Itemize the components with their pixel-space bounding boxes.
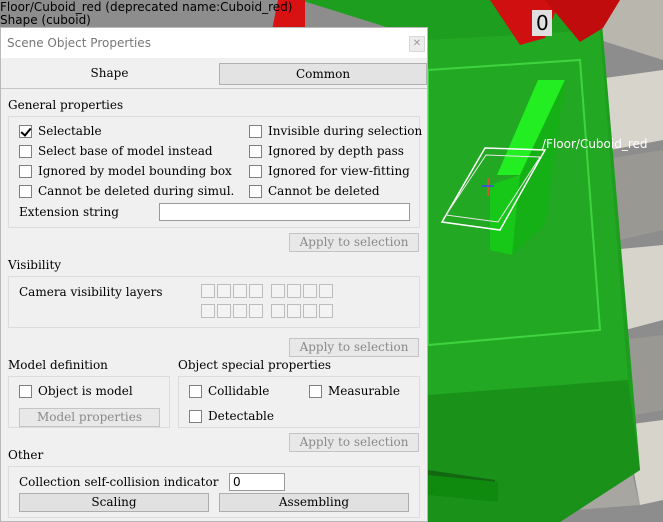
ignored-depth-checkbox[interactable]: [249, 144, 262, 158]
cannot-delete-checkbox[interactable]: [249, 184, 262, 198]
dialog-title: Scene Object Properties: [7, 36, 151, 50]
ignored-bbox-checkbox[interactable]: [19, 164, 32, 178]
marker-digit: 0: [536, 11, 549, 35]
scaling-button[interactable]: Scaling: [19, 493, 209, 512]
model-properties-button[interactable]: Model properties: [19, 408, 160, 427]
camera-layer-box[interactable]: [233, 284, 247, 298]
assembling-button[interactable]: Assembling: [219, 493, 409, 512]
visibility-heading: Visibility: [8, 258, 62, 272]
camera-layer-box[interactable]: [249, 284, 263, 298]
extension-string-input[interactable]: [159, 203, 410, 221]
cannot-delete-simul-checkbox[interactable]: [19, 184, 32, 198]
cannot-delete-label: Cannot be deleted: [268, 184, 380, 198]
camera-layer-box[interactable]: [287, 304, 301, 318]
cannot-delete-checkbox-row[interactable]: Cannot be deleted: [249, 184, 380, 198]
close-icon[interactable]: ✕: [409, 36, 425, 52]
scene-object-properties-dialog: Scene Object Properties ✕ Shape Common G…: [0, 27, 428, 522]
collidable-checkbox-row[interactable]: Collidable: [189, 384, 269, 398]
cannot-delete-simul-label: Cannot be deleted during simul.: [38, 184, 235, 198]
camera-visibility-label: Camera visibility layers: [19, 285, 163, 299]
measurable-checkbox-row[interactable]: Measurable: [309, 384, 400, 398]
object-is-model-checkbox[interactable]: [19, 384, 32, 398]
invisible-selection-checkbox-row[interactable]: Invisible during selection: [249, 124, 422, 138]
camera-layer-box[interactable]: [303, 284, 317, 298]
detectable-checkbox[interactable]: [189, 409, 202, 423]
collidable-checkbox[interactable]: [189, 384, 202, 398]
camera-layer-box[interactable]: [319, 304, 333, 318]
tab-divider: [1, 88, 427, 89]
camera-layer-box[interactable]: [303, 304, 317, 318]
ignored-bbox-label: Ignored by model bounding box: [38, 164, 232, 178]
general-properties-heading: General properties: [8, 98, 124, 112]
selectable-checkbox[interactable]: [19, 124, 32, 138]
select-base-label: Select base of model instead: [38, 144, 213, 158]
ignored-view-fitting-checkbox[interactable]: [249, 164, 262, 178]
object-is-model-label: Object is model: [38, 384, 133, 398]
camera-layer-box[interactable]: [287, 284, 301, 298]
collection-label: Collection self-collision indicator: [19, 475, 219, 489]
camera-layer-box[interactable]: [217, 284, 231, 298]
tab-shape[interactable]: Shape: [3, 63, 216, 85]
special-apply-button[interactable]: Apply to selection: [289, 433, 419, 452]
tab-common[interactable]: Common: [219, 63, 427, 85]
ignored-depth-label: Ignored by depth pass: [268, 144, 404, 158]
general-apply-button[interactable]: Apply to selection: [289, 233, 419, 252]
camera-layer-box[interactable]: [217, 304, 231, 318]
camera-layer-box[interactable]: [271, 304, 285, 318]
collection-indicator-input[interactable]: 0: [229, 473, 285, 491]
cannot-delete-simul-checkbox-row[interactable]: Cannot be deleted during simul.: [19, 184, 234, 198]
detectable-checkbox-row[interactable]: Detectable: [189, 409, 274, 423]
viewport-object-type: Shape (cuboid): [0, 13, 91, 27]
ignored-bbox-checkbox-row[interactable]: Ignored by model bounding box: [19, 164, 232, 178]
selectable-label: Selectable: [38, 124, 102, 138]
selectable-checkbox-row[interactable]: Selectable: [19, 124, 102, 138]
other-heading: Other: [8, 448, 44, 462]
dialog-titlebar[interactable]: Scene Object Properties ✕: [1, 28, 427, 58]
camera-layer-box[interactable]: [271, 284, 285, 298]
extension-string-label: Extension string: [19, 205, 119, 219]
select-base-checkbox-row[interactable]: Select base of model instead: [19, 144, 213, 158]
object-is-model-checkbox-row[interactable]: Object is model: [19, 384, 133, 398]
camera-layer-box[interactable]: [233, 304, 247, 318]
collidable-label: Collidable: [208, 384, 270, 398]
model-definition-heading: Model definition: [8, 358, 108, 372]
ignored-depth-checkbox-row[interactable]: Ignored by depth pass: [249, 144, 404, 158]
select-base-checkbox[interactable]: [19, 144, 32, 158]
camera-layer-box[interactable]: [319, 284, 333, 298]
special-properties-heading: Object special properties: [178, 358, 332, 372]
camera-layer-box[interactable]: [201, 284, 215, 298]
measurable-label: Measurable: [328, 384, 400, 398]
measurable-checkbox[interactable]: [309, 384, 322, 398]
object-3d-label: /Floor/Cuboid_red: [542, 137, 648, 151]
invisible-selection-label: Invisible during selection: [268, 124, 423, 138]
ignored-view-fitting-label: Ignored for view-fitting: [268, 164, 410, 178]
visibility-apply-button[interactable]: Apply to selection: [289, 338, 419, 357]
ignored-view-fitting-checkbox-row[interactable]: Ignored for view-fitting: [249, 164, 410, 178]
camera-layer-box[interactable]: [249, 304, 263, 318]
invisible-selection-checkbox[interactable]: [249, 124, 262, 138]
viewport-object-name: Floor/Cuboid_red (deprecated name:Cuboid…: [0, 0, 293, 14]
camera-layer-box[interactable]: [201, 304, 215, 318]
detectable-label: Detectable: [208, 409, 274, 423]
